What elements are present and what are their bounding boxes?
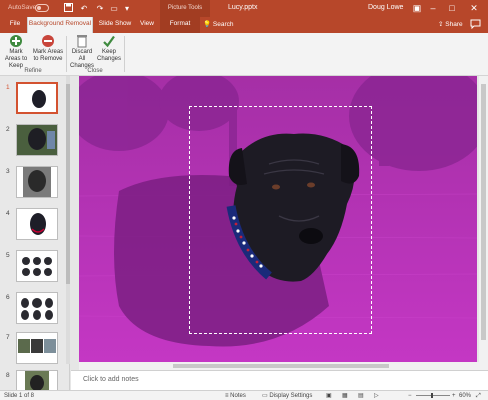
ribbon-display-icon[interactable]: ▣ xyxy=(410,2,424,14)
maximize-icon[interactable]: □ xyxy=(445,2,459,14)
ribbon: Mark Areas to Keep Mark Areas to Remove … xyxy=(0,33,488,76)
user-name[interactable]: Doug Lowe xyxy=(368,4,403,11)
slide-thumbnail[interactable] xyxy=(16,250,58,282)
fit-to-window-icon[interactable]: ⤢ xyxy=(476,392,481,400)
minimize-icon[interactable]: – xyxy=(426,2,440,14)
tab-file[interactable]: File xyxy=(4,17,26,33)
slide-thumbnail[interactable] xyxy=(16,370,58,390)
slide-thumbnail[interactable] xyxy=(16,332,58,364)
mark-remove-label: Mark Areas to Remove xyxy=(32,49,64,62)
customize-qat-icon[interactable]: ▾ xyxy=(121,3,133,14)
slide-sorter-icon[interactable]: ▦ xyxy=(342,392,348,400)
autosave-toggle[interactable] xyxy=(35,4,49,12)
slide-number: 5 xyxy=(6,252,10,259)
thumbnail-row[interactable]: 3 xyxy=(0,166,69,202)
slide-thumbnail[interactable] xyxy=(16,124,58,156)
title-bar: AutoSave ↶ ↷ ▭ ▾ Picture Tools Lucy.pptx… xyxy=(0,0,488,17)
thumbnail-row[interactable]: 6 xyxy=(0,292,69,328)
slide-vertical-scrollbar[interactable] xyxy=(479,76,488,370)
slide-thumbnail[interactable] xyxy=(16,166,58,198)
slide-number: 6 xyxy=(6,294,10,301)
zoom-slider-track[interactable] xyxy=(416,395,450,396)
tab-view[interactable]: View xyxy=(136,17,158,33)
tab-format[interactable]: Format xyxy=(160,17,200,33)
document-title: Lucy.pptx xyxy=(228,4,258,11)
normal-view-icon[interactable]: ▣ xyxy=(326,392,332,400)
thumbnail-row[interactable]: 4 xyxy=(0,208,69,244)
slide-thumbnail[interactable] xyxy=(16,292,58,324)
zoom-slider-handle[interactable] xyxy=(431,393,433,398)
autosave-label: AutoSave xyxy=(8,4,37,11)
share-icon: ⇪ xyxy=(438,21,444,28)
checkmark-icon xyxy=(103,35,115,48)
slide-editing-area xyxy=(71,76,488,370)
notes-toggle[interactable]: ≡ Notes xyxy=(225,392,246,400)
comments-icon[interactable] xyxy=(470,19,482,30)
undo-icon[interactable]: ↶ xyxy=(78,3,90,14)
discard-all-changes-button[interactable]: Discard All Changes xyxy=(68,33,96,69)
lightbulb-icon: 💡 xyxy=(203,21,212,28)
present-icon[interactable]: ▭ xyxy=(108,3,120,14)
zoom-in-button[interactable]: + xyxy=(452,392,456,400)
display-settings-label: Display Settings xyxy=(269,393,313,399)
slide-number: 8 xyxy=(6,372,10,379)
scrollbar-thumb[interactable] xyxy=(481,84,486,340)
search-label: Search xyxy=(212,21,234,28)
slide-horizontal-scrollbar[interactable] xyxy=(79,362,479,370)
mark-keep-icon xyxy=(10,35,22,47)
slide-thumbnail-pane: 1 2 3 4 5 6 7 8 xyxy=(0,76,70,390)
ribbon-separator xyxy=(124,36,125,72)
scrollbar-thumb[interactable] xyxy=(66,84,70,284)
slide-number: 7 xyxy=(6,334,10,341)
notes-pane[interactable]: Click to add notes xyxy=(71,370,488,390)
slide-thumbnail[interactable] xyxy=(16,82,58,114)
ribbon-separator xyxy=(66,36,67,72)
thumbnail-scrollbar[interactable] xyxy=(66,76,70,364)
group-refine-label: Refine xyxy=(24,68,42,74)
zoom-level[interactable]: 60% xyxy=(459,392,471,400)
reading-view-icon[interactable]: ▤ xyxy=(358,392,364,400)
display-settings-button[interactable]: ▭ Display Settings xyxy=(262,392,312,400)
discard-label: Discard All Changes xyxy=(69,49,95,69)
share-button[interactable]: ⇪ Share xyxy=(438,18,463,32)
tab-background-removal[interactable]: Background Removal xyxy=(27,17,93,33)
slide-number: 3 xyxy=(6,168,10,175)
thumbnail-row[interactable]: 2 xyxy=(0,124,69,160)
status-bar: Slide 1 of 8 ≡ Notes ▭ Display Settings … xyxy=(0,390,488,400)
keep-area-marquee[interactable] xyxy=(189,106,372,334)
discard-icon xyxy=(77,35,87,48)
slide-number: 2 xyxy=(6,126,10,133)
share-label: Share xyxy=(445,21,463,28)
slide-number: 1 xyxy=(6,84,10,91)
mark-areas-to-remove-button[interactable]: Mark Areas to Remove xyxy=(32,33,64,68)
save-icon[interactable] xyxy=(62,3,74,14)
scrollbar-thumb[interactable] xyxy=(173,364,389,368)
keep-changes-button[interactable]: Keep Changes xyxy=(96,33,122,68)
slide-thumbnail[interactable] xyxy=(16,208,58,240)
zoom-out-button[interactable]: − xyxy=(408,392,412,400)
tab-slide-show[interactable]: Slide Show xyxy=(96,17,134,33)
mark-areas-to-keep-button[interactable]: Mark Areas to Keep xyxy=(2,33,30,69)
close-icon[interactable]: ✕ xyxy=(467,2,481,14)
mark-remove-icon xyxy=(42,35,54,47)
group-close-label: Close xyxy=(87,68,103,74)
ribbon-tabs: File Background Removal Slide Show View … xyxy=(0,17,488,33)
notes-placeholder: Click to add notes xyxy=(83,376,139,383)
thumbnail-row[interactable]: 8 xyxy=(0,370,69,390)
keep-changes-label: Keep Changes xyxy=(96,49,122,62)
notes-label: Notes xyxy=(230,393,246,399)
thumbnail-row[interactable]: 5 xyxy=(0,250,69,286)
redo-icon[interactable]: ↷ xyxy=(94,3,106,14)
thumbnail-row[interactable]: 7 xyxy=(0,332,69,368)
mark-keep-label: Mark Areas to Keep xyxy=(4,49,28,69)
picture-tools-label: Picture Tools xyxy=(160,0,210,17)
slide-number: 4 xyxy=(6,210,10,217)
thumbnail-row[interactable]: 1 xyxy=(0,82,69,118)
slide-canvas[interactable] xyxy=(79,76,477,363)
search-box[interactable]: 💡 Search xyxy=(203,18,234,32)
slide-count: Slide 1 of 8 xyxy=(4,393,35,399)
slideshow-view-icon[interactable]: ▷ xyxy=(374,392,379,400)
